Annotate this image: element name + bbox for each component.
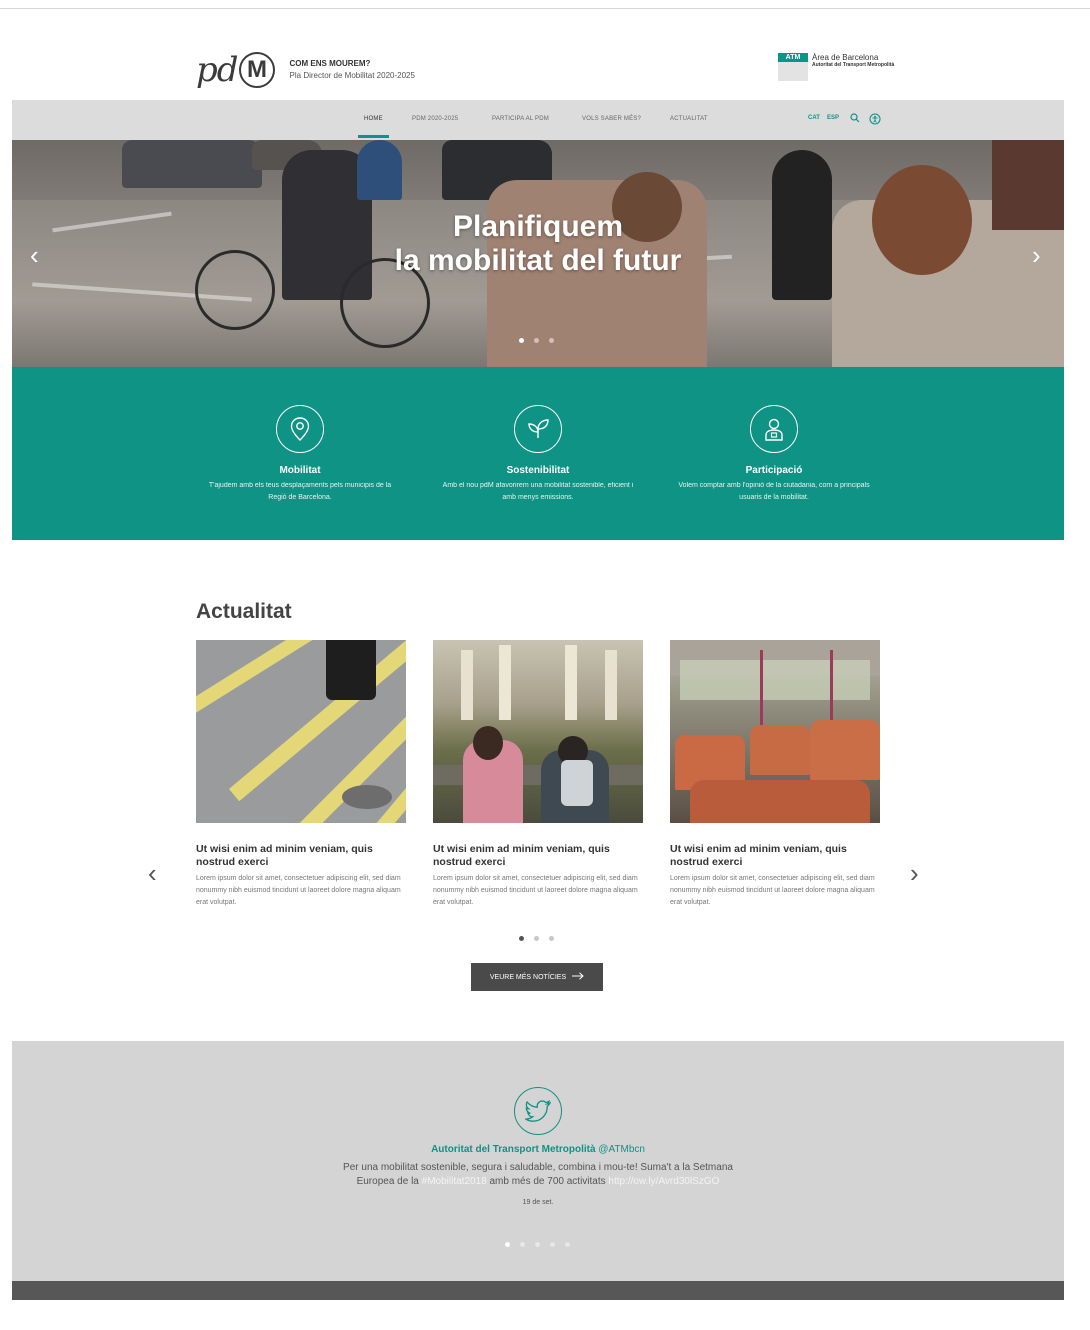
news-section-title: Actualitat xyxy=(196,600,292,623)
news-dot[interactable] xyxy=(549,936,554,941)
tweet-line-2a: Europea de la xyxy=(356,1176,419,1187)
feature-title: Participació xyxy=(745,465,803,476)
brand-tagline: COM ENS MOUREM? xyxy=(289,59,371,68)
feature-mobilitat[interactable]: Mobilitat T'ajudem amb els teus desplaça… xyxy=(200,405,400,504)
twitter-feed: Autoritat del Transport Metropolità @ATM… xyxy=(12,1041,1064,1281)
feature-title: Sostenibilitat xyxy=(506,465,570,476)
news-card-image[interactable] xyxy=(196,640,406,823)
tweet-author[interactable]: Autoritat del Transport Metropolità xyxy=(431,1144,595,1155)
hero-dot[interactable] xyxy=(519,338,524,343)
lang-cat[interactable]: CAT xyxy=(808,115,820,121)
hero-slider: Planifiquem la mobilitat del futur ‹ › xyxy=(12,140,1064,367)
hero-title-line2: la mobilitat del futur xyxy=(394,244,682,277)
tweet-dot[interactable] xyxy=(550,1242,555,1247)
tweet-dot[interactable] xyxy=(505,1242,510,1247)
feature-desc: T'ajudem amb els teus desplaçaments pels… xyxy=(208,482,392,501)
nav-item-pdm[interactable]: PDM 2020-2025 xyxy=(412,116,458,122)
search-icon[interactable] xyxy=(850,113,860,126)
tweet-line-1: Per una mobilitat sostenible, segura i s… xyxy=(343,1162,733,1173)
news-card-body: Lorem ipsum dolor sit amet, consectetuer… xyxy=(433,875,638,906)
hero-title-line1: Planifiquem xyxy=(452,210,624,243)
news-dot[interactable] xyxy=(519,936,524,941)
brand-subtitle: Pla Director de Mobilitat 2020-2025 xyxy=(289,71,415,80)
news-card-heading[interactable]: Ut wisi enim ad minim veniam, quis nostr… xyxy=(196,843,406,869)
lang-esp[interactable]: ESP xyxy=(827,115,839,121)
news-next-arrow-icon[interactable]: › xyxy=(910,858,919,889)
news-card[interactable]: Ut wisi enim ad minim veniam, quis nostr… xyxy=(670,640,880,909)
news-card[interactable]: Ut wisi enim ad minim veniam, quis nostr… xyxy=(433,640,643,909)
news-prev-arrow-icon[interactable]: ‹ xyxy=(148,858,157,889)
feature-desc: Amb el nou pdM afavorirem una mobilitat … xyxy=(442,482,634,501)
person-icon xyxy=(750,405,798,453)
news-card-image[interactable] xyxy=(433,640,643,823)
tweet-line-2b: amb més de 700 activitats xyxy=(489,1176,606,1187)
news-card-heading[interactable]: Ut wisi enim ad minim veniam, quis nostr… xyxy=(433,843,643,869)
feature-desc: Volem comptar amb l'opinió de la ciutada… xyxy=(678,482,870,501)
logo-text: pd xyxy=(196,50,239,90)
nav-item-home[interactable]: HOME xyxy=(358,116,389,138)
feature-participacio[interactable]: Participació Volem comptar amb l'opinió … xyxy=(674,405,874,504)
hero-prev-arrow-icon[interactable]: ‹ xyxy=(30,240,39,271)
hero-dot[interactable] xyxy=(534,338,539,343)
features-band: Mobilitat T'ajudem amb els teus desplaça… xyxy=(12,367,1064,540)
tweet-date: 19 de set. xyxy=(522,1199,554,1206)
news-pagination xyxy=(519,936,554,941)
atm-logo[interactable]: ATM Àrea de Barcelona Autoritat del Tran… xyxy=(778,53,894,81)
pdm-logo[interactable]: pd M xyxy=(196,50,276,90)
news-dot[interactable] xyxy=(534,936,539,941)
atm-title: Àrea de Barcelona xyxy=(812,53,879,62)
arrow-right-icon xyxy=(572,972,584,982)
hero-dot[interactable] xyxy=(549,338,554,343)
tweet-text: Per una mobilitat sostenible, segura i s… xyxy=(12,1161,1064,1189)
feature-sostenibilitat[interactable]: Sostenibilitat Amb el nou pdM afavorirem… xyxy=(438,405,638,504)
top-divider xyxy=(0,8,1090,9)
more-news-button[interactable]: VEURE MÉS NOTÍCIES xyxy=(471,963,603,991)
nav-item-actualitat[interactable]: ACTUALITAT xyxy=(670,116,708,122)
news-card-heading[interactable]: Ut wisi enim ad minim veniam, quis nostr… xyxy=(670,843,880,869)
hero-next-arrow-icon[interactable]: › xyxy=(1032,240,1041,271)
news-card[interactable]: Ut wisi enim ad minim veniam, quis nostr… xyxy=(196,640,406,909)
news-card-image[interactable] xyxy=(670,640,880,823)
tweet-hashtag[interactable]: #Mobilitat2018 xyxy=(422,1176,487,1187)
site-brand[interactable]: pd M COM ENS MOUREM? Pla Director de Mobi… xyxy=(196,50,415,90)
tweet-handle[interactable]: @ATMbcn xyxy=(598,1144,645,1155)
tweet-dot[interactable] xyxy=(565,1242,570,1247)
main-nav: HOME PDM 2020-2025 PARTICIPA AL PDM VOLS… xyxy=(12,100,1064,140)
tweet-dot[interactable] xyxy=(520,1242,525,1247)
more-news-label: VEURE MÉS NOTÍCIES xyxy=(489,973,567,981)
news-card-body: Lorem ipsum dolor sit amet, consectetuer… xyxy=(670,875,875,906)
tweet-dot[interactable] xyxy=(535,1242,540,1247)
location-pin-icon xyxy=(276,405,324,453)
tweet-link[interactable]: http://ow.ly/Avrd30lSzGO xyxy=(608,1176,719,1187)
feature-title: Mobilitat xyxy=(279,465,321,476)
leaf-icon xyxy=(514,405,562,453)
nav-item-participa[interactable]: PARTICIPA AL PDM xyxy=(492,116,549,122)
atm-badge: ATM xyxy=(778,53,808,62)
tweet-pagination xyxy=(505,1242,570,1247)
atm-subtitle: Autoritat del Transport Metropolità xyxy=(812,62,895,68)
hero-pagination xyxy=(519,338,554,343)
news-card-body: Lorem ipsum dolor sit amet, consectetuer… xyxy=(196,875,401,906)
footer-bar xyxy=(12,1281,1064,1300)
twitter-bird-icon[interactable] xyxy=(514,1087,562,1135)
logo-m-circle: M xyxy=(238,52,275,88)
nav-item-saber-mes[interactable]: VOLS SABER MÉS? xyxy=(582,116,641,122)
accessibility-icon[interactable] xyxy=(869,113,881,128)
